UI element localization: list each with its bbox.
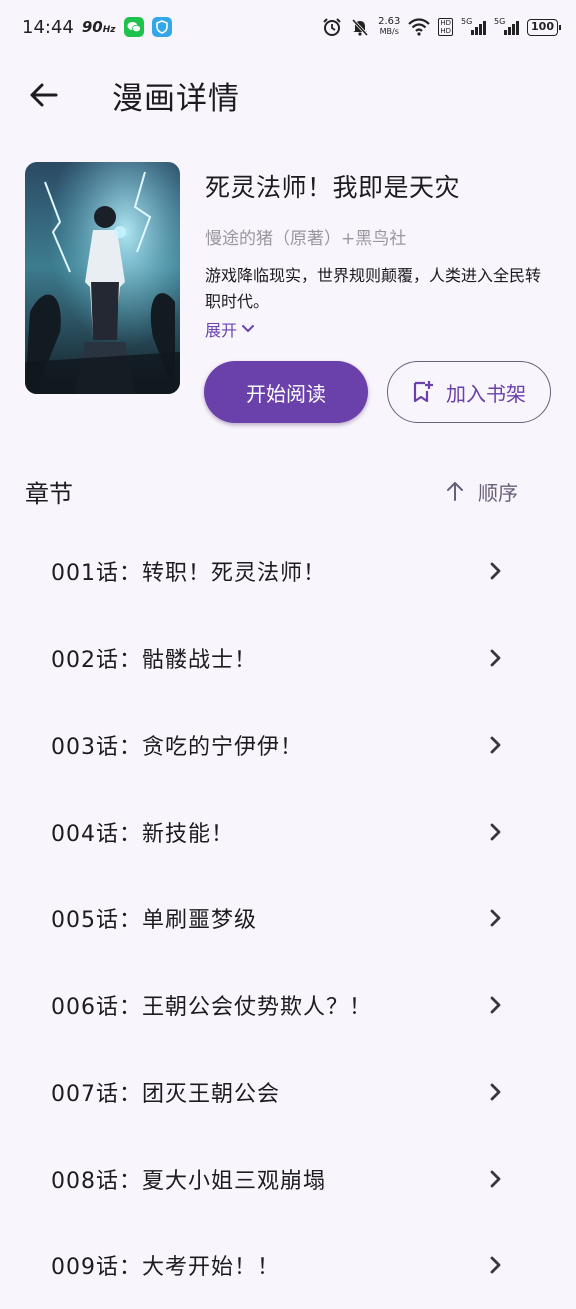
- hd-voice-icon: HD HD: [438, 18, 454, 36]
- network-speed: 2.63 MB/s: [378, 17, 400, 37]
- comic-cover-image[interactable]: [25, 162, 180, 394]
- chapter-title: 004话：新技能！: [51, 821, 234, 847]
- status-left: 14:44 90Hz: [22, 17, 172, 38]
- chapter-title: 006话：王朝公会仗势欺人？！: [51, 995, 372, 1021]
- comic-summary: 游戏降临现实，世界规则颠覆，人类进入全民转职时代。: [205, 266, 542, 311]
- battery-indicator: 100: [527, 18, 561, 36]
- comic-author: 慢途的猪（原著）+黑鸟社: [205, 229, 407, 249]
- back-button[interactable]: [12, 63, 76, 127]
- chevron-right-icon: [490, 823, 501, 841]
- network-speed-value: 2.63: [378, 16, 401, 27]
- chapter-title: 007话：团灭王朝公会: [51, 1081, 280, 1107]
- refresh-rate: 90Hz: [82, 18, 116, 36]
- chapters-label: 章节: [25, 480, 73, 508]
- start-reading-button[interactable]: 开始阅读: [204, 361, 368, 423]
- sim1-label: 5G: [461, 17, 473, 26]
- chapter-title: 001话：转职！死灵法师！: [51, 561, 326, 587]
- chapter-item[interactable]: 009话：大考开始！！: [0, 1222, 576, 1309]
- refresh-rate-value: 90: [81, 18, 103, 36]
- chapter-title: 009话：大考开始！！: [51, 1255, 280, 1281]
- chapter-list: 001话：转职！死灵法师！ 002话：骷髅战士！ 003话：贪吃的宁伊伊！ 00…: [0, 528, 576, 1309]
- mute-bell-icon: [352, 18, 369, 37]
- sort-order-button[interactable]: 顺序: [440, 470, 524, 512]
- expand-summary-button[interactable]: 展开: [205, 317, 255, 341]
- wechat-notification-icon: [123, 17, 144, 37]
- chapter-item[interactable]: 003话：贪吃的宁伊伊！: [0, 702, 576, 789]
- chevron-right-icon: [490, 562, 501, 580]
- bookmark-add-icon: [413, 381, 433, 403]
- chapter-item[interactable]: 007话：团灭王朝公会: [0, 1049, 576, 1136]
- chapter-item[interactable]: 005话：单刷噩梦级: [0, 875, 576, 962]
- cover-artwork: [25, 162, 180, 394]
- chapter-item[interactable]: 001话：转职！死灵法师！: [0, 528, 576, 615]
- chevron-down-icon: [242, 325, 255, 333]
- hd-label-2: HD: [440, 27, 452, 35]
- refresh-rate-unit: Hz: [102, 25, 116, 35]
- chevron-right-icon: [490, 996, 501, 1014]
- status-time: 14:44: [22, 16, 74, 38]
- signal-sim2-icon: 5G: [494, 17, 520, 35]
- chapter-title: 003话：贪吃的宁伊伊！: [51, 734, 303, 760]
- chapter-item[interactable]: 004话：新技能！: [0, 788, 576, 875]
- hd-label-1: HD: [440, 19, 452, 27]
- chapters-header: 章节 顺序: [0, 460, 576, 522]
- sort-order-label: 顺序: [478, 480, 518, 505]
- chevron-right-icon: [490, 736, 501, 754]
- status-bar: 14:44 90Hz 2.63 MB/s HD HD 5G 5G 100: [0, 0, 576, 54]
- chevron-right-icon: [490, 1256, 501, 1274]
- start-reading-label: 开始阅读: [246, 381, 326, 406]
- chapter-item[interactable]: 002话：骷髅战士！: [0, 615, 576, 702]
- chapter-title: 008话：夏大小姐三观崩塌: [51, 1168, 326, 1194]
- page-title: 漫画详情: [112, 80, 240, 117]
- chapter-title: 002话：骷髅战士！: [51, 648, 257, 674]
- chevron-right-icon: [490, 649, 501, 667]
- arrow-up-icon: [447, 482, 463, 501]
- chapter-item[interactable]: 006话：王朝公会仗势欺人？！: [0, 962, 576, 1049]
- comic-info: 死灵法师！我即是天灾 慢途的猪（原著）+黑鸟社 游戏降临现实，世界规则颠覆，人类…: [205, 162, 555, 341]
- status-right: 2.63 MB/s HD HD 5G 5G 100: [322, 17, 561, 37]
- network-speed-unit: MB/s: [379, 27, 399, 36]
- chevron-right-icon: [490, 1083, 501, 1101]
- signal-sim1-icon: 5G: [461, 17, 487, 35]
- wifi-icon: [408, 18, 431, 36]
- expand-label: 展开: [205, 321, 238, 340]
- security-notification-icon: [151, 17, 172, 37]
- add-to-shelf-button[interactable]: 加入书架: [387, 361, 551, 423]
- chapter-item[interactable]: 008话：夏大小姐三观崩塌: [0, 1135, 576, 1222]
- alarm-icon: [323, 18, 341, 36]
- chevron-right-icon: [490, 909, 501, 927]
- app-bar: 漫画详情: [0, 62, 576, 128]
- chapter-title: 005话：单刷噩梦级: [51, 908, 257, 934]
- add-to-shelf-label: 加入书架: [446, 381, 526, 406]
- chevron-right-icon: [490, 1170, 501, 1188]
- arrow-back-icon: [30, 83, 58, 107]
- comic-title: 死灵法师！我即是天灾: [205, 173, 461, 202]
- sim2-label: 5G: [494, 17, 506, 26]
